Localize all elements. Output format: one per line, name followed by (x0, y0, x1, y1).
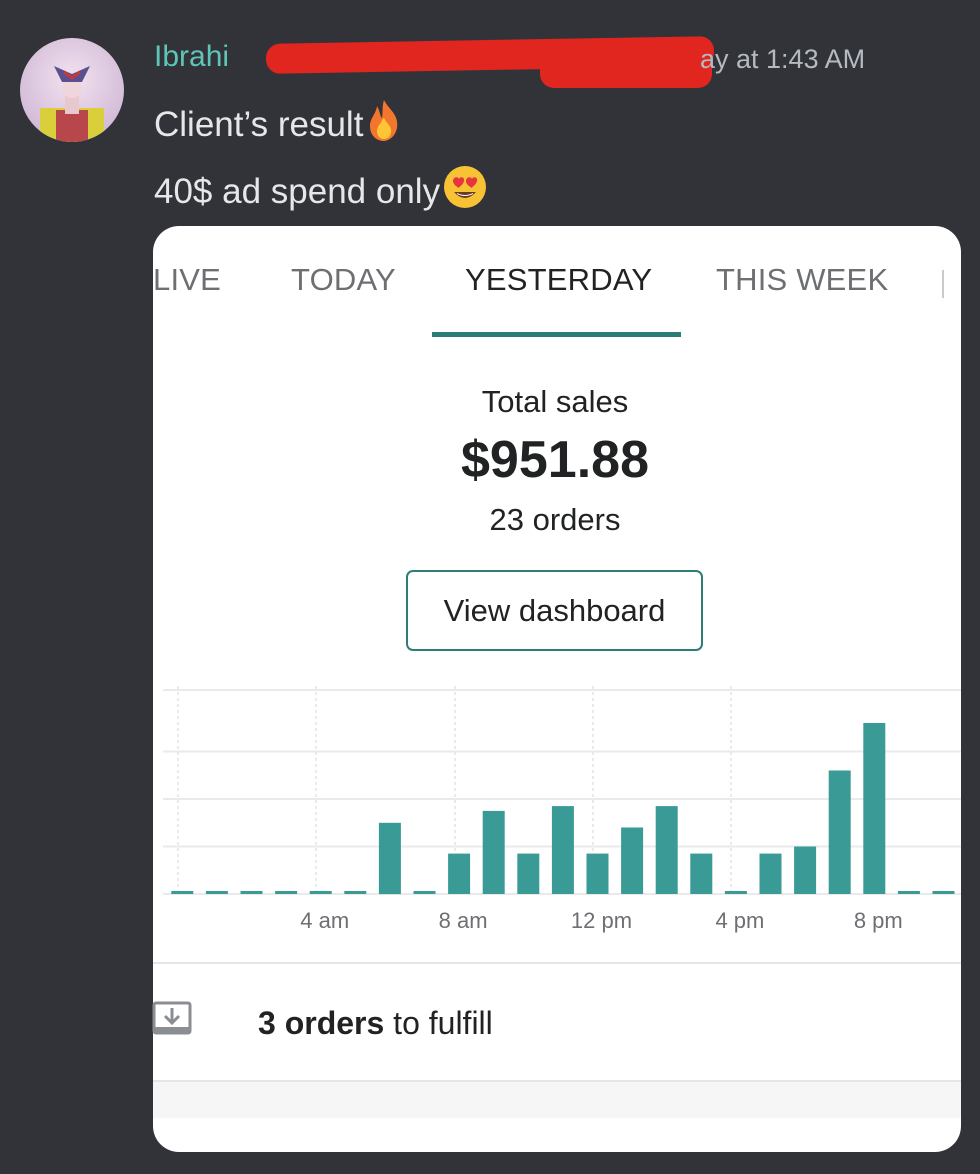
redaction-mark (540, 46, 712, 88)
chart-zero-mark (897, 891, 920, 894)
message-text: Client’s result (154, 104, 364, 144)
tab-today[interactable]: TODAY (291, 262, 396, 298)
total-sales-amount: $951.88 (461, 431, 649, 489)
tab-this-week[interactable]: THIS WEEK (716, 262, 888, 298)
chart-bar (863, 723, 886, 894)
chart-bar (759, 853, 782, 894)
heart-eyes-emoji-icon (442, 164, 488, 219)
message-text: 40$ ad spend only (154, 171, 441, 211)
view-dashboard-button[interactable]: View dashboard (406, 570, 703, 651)
chart-bar (482, 810, 505, 894)
chart-zero-mark (275, 891, 298, 894)
chart-bar (621, 827, 644, 894)
chart-tick-label: 4 pm (715, 908, 764, 933)
tab-overflow-divider (942, 270, 944, 298)
message-line-2: 40$ ad spend only (154, 164, 488, 219)
chart-bar (551, 806, 574, 894)
card-footer (153, 1082, 961, 1118)
chart-zero-mark (240, 891, 263, 894)
chart-bar (586, 853, 609, 894)
chart-bar (828, 770, 851, 894)
chart-bar (794, 846, 817, 894)
chart-zero-mark (309, 891, 332, 894)
message-line-1: Client’s result (154, 98, 403, 151)
chart-tick-label: 4 am (300, 908, 349, 933)
view-dashboard-label: View dashboard (443, 592, 666, 628)
chart-zero-mark (205, 891, 228, 894)
total-sales-label: Total sales (481, 384, 629, 419)
orders-to-fulfill[interactable]: 3 orders to fulfill (258, 1005, 493, 1042)
chart-bar (378, 822, 401, 895)
chart-bar (517, 853, 540, 894)
user-avatar[interactable] (20, 38, 124, 142)
hourly-sales-chart: 4 am 8 am 12 pm 4 pm 8 pm (163, 686, 961, 933)
message-timestamp: ay at 1:43 AM (700, 44, 866, 74)
chart-bar (655, 806, 678, 894)
chart-zero-mark (932, 891, 955, 894)
fire-emoji-icon (365, 98, 403, 151)
chart-tick-label: 8 am (439, 908, 488, 933)
chart-tick-label: 8 pm (854, 908, 903, 933)
chart-bar (690, 853, 713, 894)
fulfill-label: to fulfill (384, 1005, 493, 1041)
fulfill-count: 3 orders (258, 1005, 385, 1041)
chart-zero-mark (171, 891, 194, 894)
chart-tick-label: 12 pm (571, 908, 632, 933)
chart-zero-mark (344, 891, 367, 894)
orders-count: 23 orders (489, 502, 621, 537)
discord-chat-view: Ibrahi ay at 1:43 AM Client’s result 40$… (0, 0, 980, 1174)
author-name[interactable]: Ibrahi (154, 40, 229, 74)
tab-yesterday[interactable]: YESTERDAY (465, 262, 652, 298)
chart-zero-mark (724, 891, 747, 894)
chart-bar (448, 853, 471, 894)
chart-zero-mark (413, 891, 436, 894)
avatar-figure-icon (40, 66, 104, 142)
active-tab-indicator (432, 332, 681, 337)
section-divider (153, 962, 961, 964)
tab-live[interactable]: LIVE (153, 262, 221, 298)
download-tray-icon (152, 1001, 192, 1035)
